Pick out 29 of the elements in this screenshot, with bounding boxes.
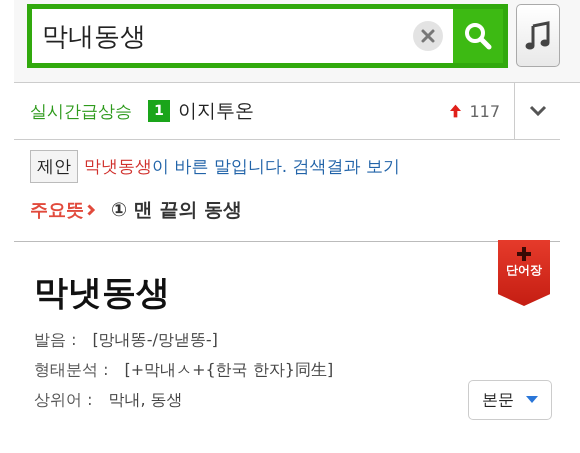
search-field[interactable]: 막내동생 <box>27 4 508 68</box>
headword: 막냇동생 <box>34 272 170 315</box>
suggestion-link[interactable]: 막냇동생 이 바른 말입니다. 검색결과 보기 <box>84 155 400 178</box>
trending-term[interactable]: 이지투온 <box>178 98 442 124</box>
search-button[interactable] <box>453 9 503 63</box>
chevron-icon <box>87 204 95 216</box>
chevron-down-icon <box>528 105 546 117</box>
plus-icon <box>516 246 532 262</box>
suggestion-tag: 제안 <box>30 150 78 183</box>
up-arrow-icon <box>450 104 462 118</box>
field-value: 막내, 동생 <box>108 390 183 411</box>
main-meaning-label: 주요뜻 <box>30 199 84 222</box>
main-meaning-text: ① 맨 끝의 동생 <box>111 198 242 223</box>
field-value: [+막내ㅅ+{한국 한자}同生] <box>124 360 334 381</box>
bookmark-ribbon[interactable]: 단어장 <box>498 240 550 306</box>
field-label: 상위어 : <box>34 390 92 411</box>
trending-label: 실시간급상승 <box>30 100 132 122</box>
rank-badge: 1 <box>148 100 170 122</box>
music-button[interactable] <box>516 4 560 67</box>
music-note-icon <box>525 20 551 50</box>
search-icon <box>463 21 493 51</box>
clear-icon[interactable] <box>413 21 443 51</box>
section-dropdown[interactable]: 본문 <box>468 380 552 420</box>
field-value: [망내똥-/망낻똥-] <box>92 330 218 351</box>
caret-icon <box>526 396 538 404</box>
field-label: 발음 : <box>34 330 76 351</box>
field-label: 형태분석 : <box>34 360 108 381</box>
rank-change: 117 <box>469 102 500 120</box>
bookmark-label: 단어장 <box>506 262 542 279</box>
